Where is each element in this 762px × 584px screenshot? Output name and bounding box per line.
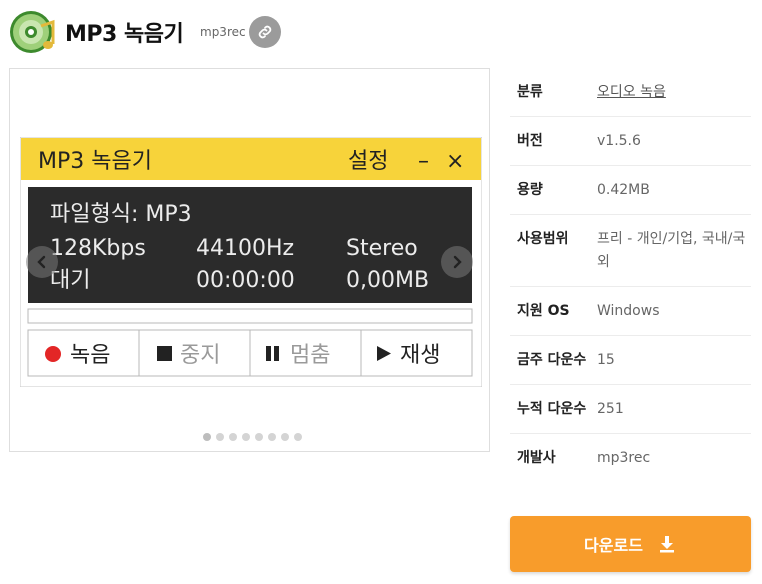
info-key: 버전 (517, 133, 543, 149)
screenshot-format-line: 파일형식: MP3 (50, 202, 192, 227)
info-row: 분류 오디오 녹음 (510, 68, 751, 117)
carousel-next-button[interactable] (441, 246, 473, 278)
info-key: 분류 (517, 84, 543, 100)
download-button[interactable]: 다운로드 (510, 516, 751, 572)
carousel-dot[interactable] (268, 433, 276, 441)
info-row: 사용범위 프리 - 개인/기업, 국내/국외 (510, 215, 751, 287)
screenshot-status: 대기 (50, 268, 90, 293)
info-value: Windows (597, 303, 660, 319)
carousel-dot[interactable] (242, 433, 250, 441)
carousel-dot[interactable] (281, 433, 289, 441)
carousel-dot[interactable] (203, 433, 211, 441)
app-developer-id: mp3rec (200, 25, 246, 39)
info-row: 지원 OS Windows (510, 287, 751, 336)
info-row: 버전 v1.5.6 (510, 117, 751, 166)
info-row: 용량 0.42MB (510, 166, 751, 215)
info-value: 0.42MB (597, 182, 650, 198)
info-row: 금주 다운수 15 (510, 336, 751, 385)
screenshot-settings-label: 설정 (348, 149, 388, 174)
screenshot-minimize: – (418, 149, 429, 174)
screenshot-stop-label: 중지 (180, 343, 220, 368)
screenshot-channel: Stereo (346, 236, 418, 261)
screenshot-record-dot-icon (45, 346, 61, 362)
screenshot-stop-icon (157, 346, 172, 361)
info-key: 용량 (517, 182, 543, 198)
carousel-dot[interactable] (216, 433, 224, 441)
app-header: MP3 녹음기 mp3rec (0, 0, 762, 66)
screenshot-window-title: MP3 녹음기 (38, 149, 152, 174)
info-value: 프리 - 개인/기업, 국내/국외 (597, 231, 746, 270)
chevron-left-icon (37, 255, 46, 269)
screenshot-pause-icon (266, 346, 271, 361)
info-value: 251 (597, 401, 624, 417)
carousel-prev-button[interactable] (26, 246, 58, 278)
info-value: mp3rec (597, 450, 651, 466)
carousel-dot[interactable] (229, 433, 237, 441)
category-link[interactable]: 오디오 녹음 (597, 81, 751, 104)
carousel-dots (203, 433, 302, 441)
info-key: 개발사 (517, 450, 556, 466)
screenshot-samplerate: 44100Hz (196, 236, 294, 261)
app-screenshot: MP3 녹음기 설정 – × 파일형식: MP3 128Kbps 44100Hz… (20, 137, 482, 387)
screenshot-bitrate: 128Kbps (50, 236, 146, 261)
info-key: 지원 OS (517, 303, 570, 319)
screenshot-time: 00:00:00 (196, 268, 295, 293)
link-icon (258, 25, 272, 39)
carousel-dot[interactable] (255, 433, 263, 441)
carousel-dot[interactable] (294, 433, 302, 441)
chevron-right-icon (453, 255, 462, 269)
download-icon (659, 536, 674, 553)
screenshot-pause-label: 멈춤 (290, 343, 330, 368)
app-info-table: 분류 오디오 녹음버전 v1.5.6 용량 0.42MB 사용범위 프리 - 개인/기업, … (510, 68, 751, 482)
share-link-button[interactable] (249, 16, 281, 48)
screenshot-play-label: 재생 (400, 343, 440, 368)
download-label: 다운로드 (584, 536, 643, 555)
info-key: 누적 다운수 (517, 401, 587, 417)
info-value: 15 (597, 352, 615, 368)
app-logo-icon (10, 11, 55, 53)
screenshot-size: 0,00MB (346, 268, 429, 293)
info-row: 누적 다운수 251 (510, 385, 751, 434)
info-value: v1.5.6 (597, 133, 641, 149)
info-key: 사용범위 (517, 231, 569, 247)
screenshot-carousel: MP3 녹음기 설정 – × 파일형식: MP3 128Kbps 44100Hz… (9, 68, 490, 452)
info-row: 개발사 mp3rec (510, 434, 751, 482)
info-key: 금주 다운수 (517, 352, 587, 368)
screenshot-close: × (446, 149, 464, 174)
screenshot-record-label: 녹음 (70, 343, 110, 368)
app-title: MP3 녹음기 (65, 22, 184, 47)
